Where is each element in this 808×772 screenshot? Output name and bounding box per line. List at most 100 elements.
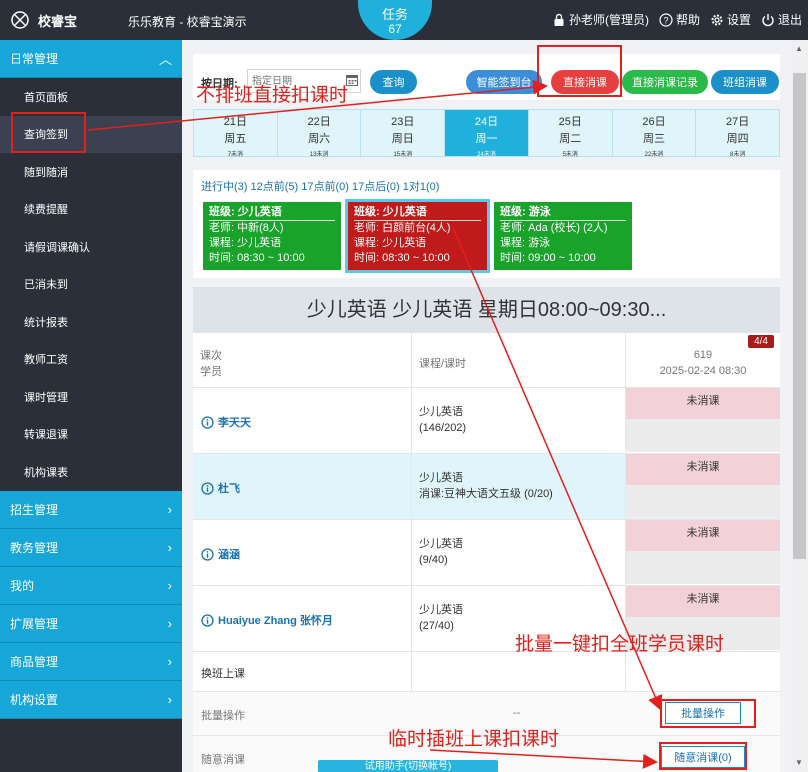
consume-status-button[interactable]: 未消课 [626,586,780,617]
class-card-title: 班级: 少儿英语 [354,205,481,221]
task-badge[interactable]: 任务 67 [358,0,432,40]
user-name: 孙老师(管理员) [568,13,649,27]
day-weekday: 周四 [726,133,749,145]
settings-link[interactable]: 设置 [710,11,751,28]
batch-label: 批量操作 [201,710,245,722]
class-card[interactable]: 班级: 游泳 老师: Ada (校长) (2人) 课程: 游泳 时间: 09:0… [494,202,632,270]
student-name-link[interactable]: 涵涵 [201,546,240,562]
info-icon [201,415,214,429]
student-name-link[interactable]: Huaiyue Zhang 张怀月 [201,612,333,628]
day-date: 22日 [307,116,331,128]
random-label: 随意消课 [201,754,245,766]
sidebar-section-enroll[interactable]: 招生管理 › [0,490,182,529]
sidebar-section-extension[interactable]: 扩展管理 › [0,604,182,643]
student-hours: (9/40) [419,554,448,566]
transfer-label[interactable]: 换班上课 [201,665,245,681]
sidebar-item-absent[interactable]: 已消未到 [0,266,182,304]
day-tab[interactable]: 21日 周五 7未消 [194,110,278,158]
class-card-time: 时间: 08:30 ~ 10:00 [209,252,305,264]
logo[interactable]: 校睿宝 [10,10,77,30]
student-name-link[interactable]: 杜飞 [201,480,240,496]
sidebar-item-renewal[interactable]: 续费提醒 [0,191,182,229]
logout-link[interactable]: 退出 [761,11,802,28]
day-weekday: 周二 [559,133,582,145]
day-tab[interactable]: 22日 周六 13未消 [278,110,362,158]
direct-consume-record-button[interactable]: 直接消课记录 [622,70,708,94]
sidebar-item-leave[interactable]: 请假调课确认 [0,228,182,266]
day-tab[interactable]: 26日 周三 22未消 [613,110,697,158]
annotation-batch-text: 批量一键扣全班学员课时 [515,634,725,655]
class-card-selected[interactable]: 班级: 少儿英语 老师: 白颜前台(4人) 课程: 少儿英语 时间: 08:30… [345,199,490,273]
day-count: 5未消 [562,152,578,158]
consume-status-button[interactable]: 未消课 [626,388,780,419]
sidebar-item-salary[interactable]: 教师工资 [0,341,182,379]
scroll-up-icon[interactable]: ▲ [795,44,803,53]
class-card-teacher: 老师: 中新(8人) [209,222,284,234]
chevron-up-icon: ︿ [158,52,172,67]
logout-label: 退出 [777,13,802,27]
smart-signin-button[interactable]: 智能签到台 [466,70,542,94]
scrollbar-thumb[interactable] [793,73,806,559]
user-menu[interactable]: 孙老师(管理员) [552,11,649,28]
day-weekday: 周三 [642,133,665,145]
trial-helper-button[interactable]: 试用助手(切换帐号) [318,760,498,772]
annotation-random-text: 临时插班上课扣课时 [388,729,560,750]
day-tab[interactable]: 23日 周日 15未消 [361,110,446,158]
day-weekday: 周日 [391,133,414,145]
consume-status-button[interactable]: 未消课 [626,454,780,485]
sidebar-item-reports[interactable]: 统计报表 [0,303,182,341]
student-course: 少儿英语 [419,604,463,616]
student-name-link[interactable]: 李天天 [201,414,251,430]
header-student: 学员 [200,366,222,378]
day-weekday: 周一 [475,133,498,145]
section-label: 教务管理 [10,540,59,555]
consume-status-button[interactable]: 未消课 [626,520,780,551]
sidebar-section-mine[interactable]: 我的 › [0,566,182,605]
class-card-time: 时间: 09:00 ~ 10:00 [500,252,596,264]
scroll-down-icon[interactable]: ▼ [795,758,803,767]
class-consume-button[interactable]: 班组消课 [711,70,779,94]
query-button[interactable]: 查询 [370,70,417,94]
sidebar-item-walkin[interactable]: 随到随消 [0,153,182,191]
task-label: 任务 [381,7,408,22]
student-name: 涵涵 [218,549,240,561]
day-date: 24日 [474,116,499,128]
student-hours: 消课:豆神大语文五级 (0/20) [419,488,553,500]
day-date: 26日 [642,116,666,128]
class-card-course: 课程: 少儿英语 [209,237,282,249]
section-label: 机构设置 [10,692,59,707]
day-date: 25日 [558,116,582,128]
class-card[interactable]: 班级: 少儿英语 老师: 中新(8人) 课程: 少儿英语 时间: 08:30 ~… [203,202,341,270]
header-lesson-no: 619 [693,349,713,361]
section-label: 我的 [10,578,35,593]
svg-text:?: ? [663,15,668,25]
day-date: 27日 [726,116,750,128]
day-tab[interactable]: 25日周二 5未消 [529,110,613,158]
student-name: 李天天 [218,417,251,429]
day-count: 13未消 [309,152,329,158]
class-card-time: 时间: 08:30 ~ 10:00 [354,252,450,264]
sidebar-section-goods[interactable]: 商品管理 › [0,642,182,681]
task-count: 67 [388,22,402,36]
day-count: 24未消 [477,152,496,158]
power-icon [762,13,774,26]
day-tabs: 21日 周五 7未消 22日 周六 13未消 23日 周日 15未消 24日周一 24未消 2… [193,109,780,158]
day-count: 7未消 [227,152,244,158]
chevron-right-icon: › [167,501,172,517]
table-header: 课次 学员 课程/课时 619 2025-02-24 08:30 4/4 [193,333,780,388]
sidebar-section-academic[interactable]: 教务管理 › [0,528,182,567]
status-filter-line[interactable]: 进行中(3) 12点前(5) 17点前(0) 17点后(0) 1对1(0) [201,178,439,194]
scrollbar[interactable]: ▲ ▼ [791,40,808,772]
day-tab[interactable]: 27日 周四 8未消 [696,110,779,158]
sidebar-item-transfer[interactable]: 转课退课 [0,416,182,454]
annotation-box-direct [537,45,622,97]
sidebar-section-daily[interactable]: 日常管理 ︿ [0,40,182,78]
batch-placeholder: -- [513,707,521,719]
sidebar-item-hours[interactable]: 课时管理 [0,378,182,416]
sidebar-item-schedule[interactable]: 机构课表 [0,453,182,491]
sidebar-item-dashboard[interactable]: 首页面板 [0,78,182,116]
table-row: 涵涵 少儿英语 (9/40) 未消课 [193,520,780,586]
sidebar-section-org[interactable]: 机构设置 › [0,680,182,719]
day-tab-active[interactable]: 24日周一 24未消 [445,110,529,158]
help-link[interactable]: ? 帮助 [659,11,700,28]
